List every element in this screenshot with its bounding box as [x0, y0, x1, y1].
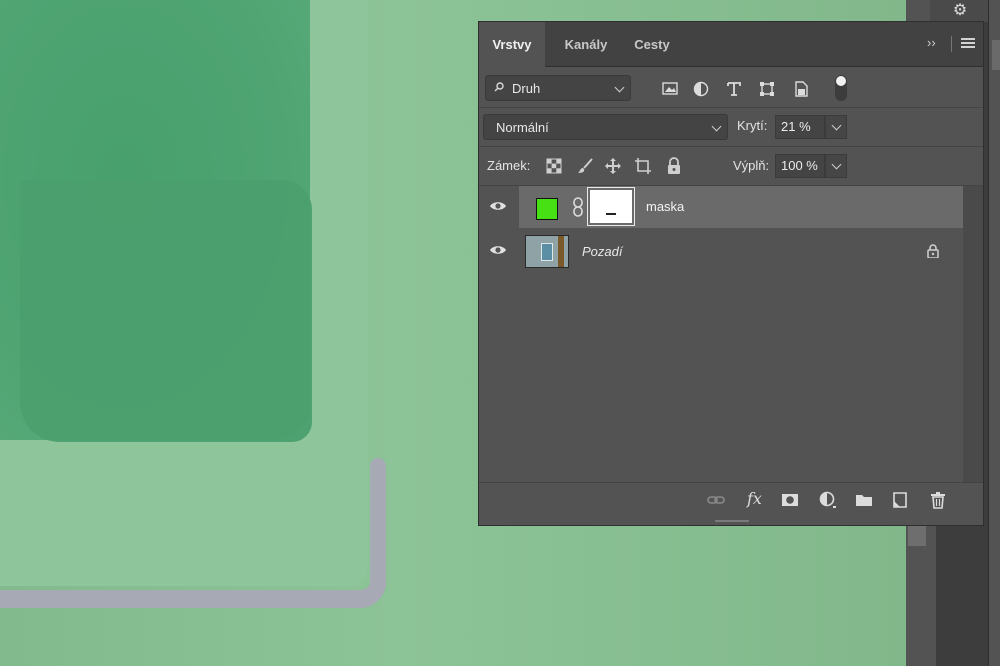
layer-name[interactable]: maska	[646, 199, 684, 214]
blend-row: Normální Krytí: 21 %	[479, 108, 983, 147]
layers-bottom-toolbar: fx	[479, 482, 983, 517]
new-layer-icon[interactable]	[891, 491, 909, 509]
filter-row: Druh	[479, 67, 983, 108]
blend-mode-value: Normální	[496, 120, 549, 135]
lock-all-icon[interactable]	[665, 157, 683, 175]
delete-layer-trash-icon[interactable]	[929, 491, 947, 509]
panel-resize-handle[interactable]	[715, 520, 749, 522]
smart-object-filter-icon[interactable]	[792, 80, 810, 98]
chevron-down-icon	[711, 121, 722, 132]
tabbar-divider	[951, 36, 952, 52]
tab-channels[interactable]: Kanály	[559, 22, 613, 66]
image-filter-icon[interactable]	[661, 80, 679, 98]
lock-artboard-icon[interactable]	[634, 157, 652, 175]
fill-field[interactable]: 100 %	[775, 154, 825, 178]
new-adjustment-layer-icon[interactable]	[819, 491, 837, 509]
layer-name[interactable]: Pozadí	[582, 244, 622, 259]
panel-tab-bar: Vrstvy Kanály Cesty ››	[479, 22, 983, 67]
layer-row-pozadi[interactable]: Pozadí	[479, 230, 963, 272]
canvas-painted-area-lower	[20, 180, 312, 442]
dock-scroll-thumb[interactable]	[908, 524, 926, 546]
lock-pixels-brush-icon[interactable]	[576, 157, 594, 175]
type-filter-icon[interactable]	[725, 80, 743, 98]
filter-kind-value: Druh	[512, 81, 541, 96]
add-mask-icon[interactable]	[781, 491, 799, 509]
chevron-down-icon	[831, 120, 842, 131]
layers-panel: Vrstvy Kanály Cesty ›› Druh Normální Kry…	[478, 21, 984, 526]
layer-mask-thumbnail[interactable]	[590, 190, 632, 223]
layers-scrollbar[interactable]	[963, 186, 983, 482]
link-layers-icon[interactable]	[707, 491, 725, 509]
lock-row: Zámek: Výplň: 100 %	[479, 147, 983, 186]
shape-filter-icon[interactable]	[758, 80, 776, 98]
canvas-frame-horizontal	[0, 590, 380, 608]
search-icon	[494, 82, 504, 92]
tab-layers[interactable]: Vrstvy	[479, 22, 545, 67]
layer-style-fx-button[interactable]: fx	[747, 489, 762, 508]
chevron-down-icon	[614, 82, 625, 93]
chevron-down-icon	[831, 159, 842, 170]
mask-link-icon[interactable]	[572, 197, 584, 217]
adjustment-filter-icon[interactable]	[692, 80, 710, 98]
opacity-dropdown[interactable]	[825, 115, 847, 139]
eye-icon[interactable]	[489, 244, 507, 256]
layer-row-maska[interactable]: maska	[479, 186, 963, 228]
fill-color-swatch[interactable]	[536, 198, 558, 220]
layer-thumbnail[interactable]	[525, 235, 569, 268]
right-edge-strip	[988, 0, 1000, 666]
eye-icon[interactable]	[489, 200, 507, 212]
new-group-folder-icon[interactable]	[855, 491, 873, 509]
opacity-field[interactable]: 21 %	[775, 115, 825, 139]
properties-tool-icon[interactable]: ⚙	[930, 0, 990, 22]
panel-menu-icon[interactable]	[961, 38, 975, 49]
blend-mode-select[interactable]: Normální	[483, 114, 728, 140]
layers-list: maska Pozadí	[479, 186, 963, 482]
right-strip-handle[interactable]	[992, 40, 1000, 70]
lock-icon	[927, 244, 939, 258]
canvas-frame-corner	[340, 560, 386, 608]
filter-kind-select[interactable]: Druh	[485, 75, 631, 101]
fill-label: Výplň:	[733, 158, 770, 173]
filter-toggle[interactable]	[835, 75, 847, 101]
collapse-panel-icon[interactable]: ››	[927, 35, 936, 50]
opacity-label: Krytí:	[737, 118, 768, 133]
tab-paths[interactable]: Cesty	[629, 22, 675, 66]
lock-label: Zámek:	[487, 158, 531, 173]
lock-position-move-icon[interactable]	[604, 157, 622, 175]
lock-transparency-icon[interactable]	[545, 157, 563, 175]
fill-dropdown[interactable]	[825, 154, 847, 178]
